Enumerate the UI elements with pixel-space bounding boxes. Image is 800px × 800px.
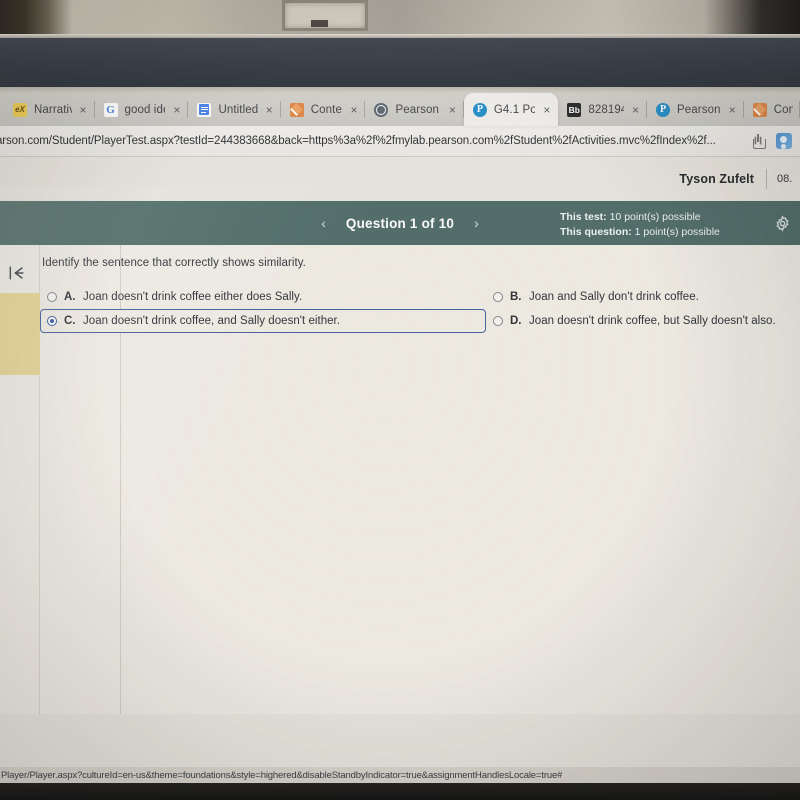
question-toolbar: ‹ Question 1 of 10 › This test: 10 point…	[0, 201, 800, 245]
room-background	[0, 0, 800, 36]
choice-letter: C.	[64, 315, 76, 327]
question-counter-label: Question 1 of 10	[345, 215, 455, 231]
browser-tab-untitled-doc[interactable]: Untitled d ×	[188, 93, 282, 126]
browser-window: eX Narrative × G good idea × Untitled d …	[0, 93, 800, 783]
choice-text: Joan doesn't drink coffee, but Sally doe…	[529, 315, 776, 327]
pearson-icon: P	[472, 102, 487, 117]
answer-choices: A. Joan doesn't drink coffee either does…	[40, 285, 800, 333]
tab-title: Pearson M	[395, 103, 440, 116]
address-bar[interactable]: arson.com/Student/PlayerTest.aspx?testId…	[0, 126, 800, 157]
collapse-panel-icon[interactable]	[4, 262, 30, 284]
browser-status-bar: Player/Player.aspx?cultureId=en-us&theme…	[0, 767, 800, 783]
ex-icon: eX	[13, 102, 27, 117]
test-points-line: This test: 10 point(s) possible	[560, 210, 720, 225]
test-points-value: 10 point(s) possible	[609, 211, 701, 223]
tab-title: Narrative	[34, 103, 72, 116]
close-icon[interactable]: ×	[542, 104, 551, 116]
radio-button-b[interactable]	[493, 291, 503, 302]
tab-title: Cont	[773, 103, 794, 116]
answer-choice-a[interactable]: A. Joan doesn't drink coffee either does…	[40, 285, 486, 309]
header-date: 08.	[766, 169, 800, 189]
question-points-value: 1 point(s) possible	[634, 225, 720, 238]
test-player-body: Identify the sentence that correctly sho…	[0, 245, 800, 714]
tab-title: good idea	[124, 103, 166, 116]
pearson-page-header: Tyson Zufelt 08.	[0, 157, 800, 201]
choice-row: C. Joan doesn't drink coffee, and Sally …	[40, 309, 800, 333]
photo-of-screen: eX Narrative × G good idea × Untitled d …	[0, 0, 800, 800]
monitor-bezel	[0, 38, 800, 136]
left-rail	[0, 245, 40, 714]
tab-title: Content	[310, 103, 343, 116]
browser-tab-g41-post[interactable]: P G4.1 Post ×	[463, 93, 559, 126]
wall-picture-frame	[282, 0, 368, 31]
rail-highlight-strip	[0, 293, 40, 375]
orange-pencil-icon	[289, 102, 304, 117]
browser-tab-strip: eX Narrative × G good idea × Untitled d …	[0, 93, 800, 126]
question-points-label: This question:	[560, 225, 632, 238]
answer-choice-c[interactable]: C. Joan doesn't drink coffee, and Sally …	[40, 309, 486, 333]
question-prompt: Identify the sentence that correctly sho…	[42, 257, 306, 269]
answer-choice-b[interactable]: B. Joan and Sally don't drink coffee.	[486, 285, 786, 309]
choice-row: A. Joan doesn't drink coffee either does…	[40, 285, 800, 309]
tab-title: 8281949	[588, 103, 624, 116]
close-icon[interactable]: ×	[631, 104, 640, 116]
user-name: Tyson Zufelt	[679, 172, 754, 186]
desk-surface	[0, 783, 800, 800]
browser-tab-8281949[interactable]: Bb 8281949 ×	[558, 93, 647, 126]
previous-question-button[interactable]: ‹	[317, 214, 330, 232]
points-summary: This test: 10 point(s) possible This que…	[560, 210, 720, 239]
close-icon[interactable]: ×	[728, 104, 737, 116]
browser-tab-good-idea[interactable]: G good idea ×	[95, 93, 189, 126]
browser-tab-narrative[interactable]: eX Narrative ×	[4, 93, 95, 126]
gear-icon[interactable]	[774, 215, 791, 232]
answer-choice-d[interactable]: D. Joan doesn't drink coffee, but Sally …	[486, 309, 786, 333]
close-icon[interactable]: ×	[448, 104, 457, 116]
tab-title: Untitled d	[218, 103, 258, 116]
google-docs-icon	[197, 102, 212, 117]
radio-button-c[interactable]	[47, 315, 57, 326]
browser-tab-pearson-student[interactable]: P Pearson S ×	[647, 93, 744, 126]
test-points-label: This test:	[560, 211, 607, 223]
question-content: Identify the sentence that correctly sho…	[40, 245, 800, 714]
google-icon: G	[103, 102, 118, 117]
blackboard-icon: Bb	[567, 102, 582, 117]
question-points-line: This question: 1 point(s) possible	[560, 225, 720, 240]
share-icon[interactable]	[751, 133, 766, 149]
choice-letter: D.	[510, 315, 522, 327]
choice-letter: B.	[510, 291, 522, 303]
browser-tab-pearson-mylab[interactable]: Pearson M ×	[365, 93, 465, 126]
close-icon[interactable]: ×	[265, 104, 274, 116]
close-icon[interactable]: ×	[172, 104, 181, 116]
profile-avatar-icon[interactable]	[776, 133, 792, 149]
orange-pencil-icon	[752, 102, 767, 117]
browser-tab-content[interactable]: Content ×	[281, 93, 366, 126]
globe-icon	[374, 102, 389, 117]
tab-title: Pearson S	[677, 103, 721, 116]
pearson-icon: P	[656, 102, 671, 117]
radio-button-a[interactable]	[47, 291, 57, 302]
radio-button-d[interactable]	[493, 315, 503, 326]
close-icon[interactable]: ×	[349, 104, 358, 116]
status-url-text: Player/Player.aspx?cultureId=en-us&theme…	[1, 769, 563, 781]
choice-text: Joan and Sally don't drink coffee.	[529, 291, 699, 303]
choice-letter: A.	[64, 291, 76, 303]
url-input[interactable]: arson.com/Student/PlayerTest.aspx?testId…	[0, 135, 741, 147]
choice-text: Joan doesn't drink coffee, and Sally doe…	[83, 315, 340, 327]
next-question-button[interactable]: ›	[470, 214, 483, 232]
choice-text: Joan doesn't drink coffee either does Sa…	[83, 291, 303, 303]
tab-title: G4.1 Post	[493, 103, 536, 116]
browser-tab-content-2[interactable]: Cont	[744, 93, 800, 126]
close-icon[interactable]: ×	[79, 104, 88, 116]
